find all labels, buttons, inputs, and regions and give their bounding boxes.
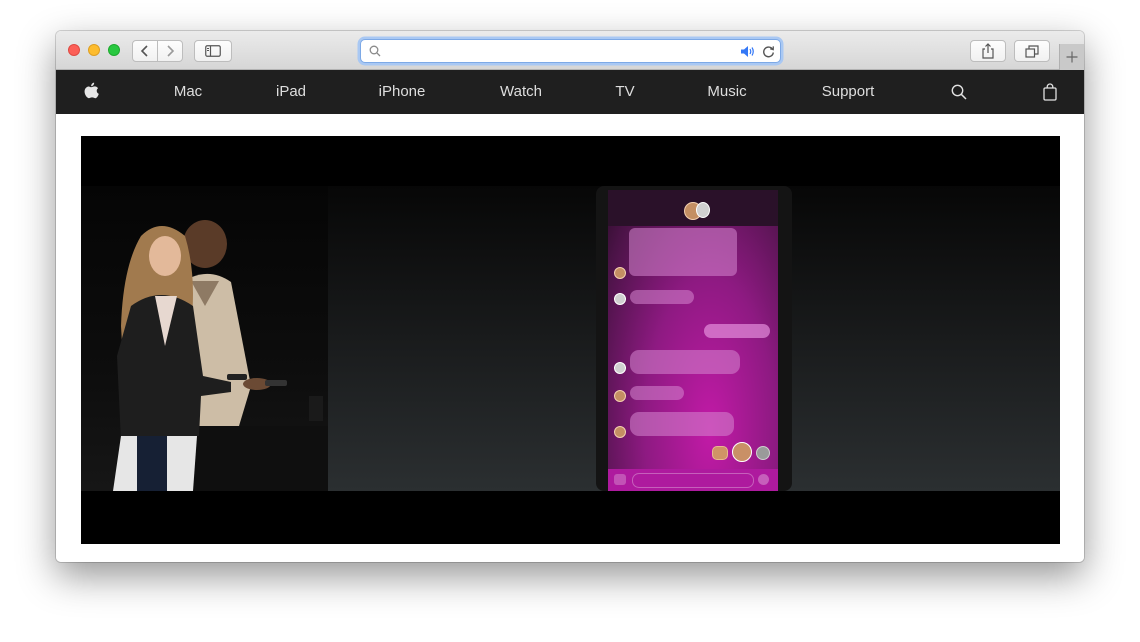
- presenters-panel: [81, 186, 328, 491]
- sender-avatar: [614, 390, 626, 402]
- sender-avatar: [614, 426, 626, 438]
- presenters-image: [113, 220, 328, 491]
- tabs-overview-button[interactable]: [1014, 40, 1050, 62]
- message-field: [632, 473, 754, 488]
- nav-item-watch[interactable]: Watch: [500, 70, 542, 114]
- share-icon: [982, 43, 994, 59]
- nav-item-ipad[interactable]: iPad: [276, 70, 306, 114]
- nav-item-support[interactable]: Support: [822, 70, 875, 114]
- plus-icon: [1066, 51, 1078, 63]
- apple-logo-link[interactable]: [83, 70, 100, 114]
- reload-icon[interactable]: [762, 45, 775, 58]
- site-navbar: Mac iPad iPhone Watch TV Music Support: [56, 70, 1084, 114]
- sender-avatar: [614, 267, 626, 279]
- page-content: [56, 114, 1084, 562]
- send-icon: [758, 474, 769, 485]
- message-bubble: [629, 228, 737, 276]
- nav-item-music[interactable]: Music: [707, 70, 746, 114]
- browser-toolbar: [56, 31, 1084, 70]
- back-button[interactable]: [132, 40, 158, 62]
- speaker-emoji-icon: [756, 446, 770, 460]
- iphone-screen: [608, 190, 778, 491]
- video-stage: [81, 186, 1060, 491]
- zoom-button[interactable]: [108, 44, 120, 56]
- new-tab-button[interactable]: [1059, 44, 1084, 70]
- search-icon: [369, 45, 381, 57]
- sidebar-icon: [205, 45, 221, 57]
- browser-window: Mac iPad iPhone Watch TV Music Support: [56, 31, 1084, 562]
- address-bar[interactable]: [360, 39, 781, 63]
- sender-avatar: [614, 293, 626, 305]
- apple-logo-icon: [84, 82, 99, 99]
- nav-bag-button[interactable]: [1043, 70, 1057, 114]
- messages-header: [608, 190, 778, 226]
- nav-item-mac[interactable]: Mac: [174, 70, 202, 114]
- camera-icon: [614, 474, 626, 485]
- nav-search-button[interactable]: [951, 70, 967, 114]
- message-bubble: [630, 350, 740, 374]
- message-bubble: [630, 412, 734, 436]
- sidebar-button[interactable]: [194, 40, 232, 62]
- search-icon: [951, 84, 967, 100]
- fist-emoji-icon: [712, 446, 728, 460]
- message-bubble: [630, 290, 694, 304]
- close-button[interactable]: [68, 44, 80, 56]
- contact-avatar-2: [696, 202, 710, 218]
- message-input-bar: [608, 469, 778, 491]
- nav-item-iphone[interactable]: iPhone: [379, 70, 426, 114]
- shopping-bag-icon: [1043, 83, 1057, 101]
- minimize-button[interactable]: [88, 44, 100, 56]
- nav-item-tv[interactable]: TV: [615, 70, 634, 114]
- forward-button[interactable]: [157, 40, 183, 62]
- chevron-right-icon: [167, 45, 175, 57]
- address-input[interactable]: [383, 42, 737, 62]
- sender-avatar: [614, 362, 626, 374]
- message-bubble: [630, 386, 684, 400]
- chevron-left-icon: [140, 45, 148, 57]
- iphone-mockup: [596, 186, 792, 491]
- share-button[interactable]: [970, 40, 1006, 62]
- face-emoji-icon: [732, 442, 752, 462]
- keynote-video[interactable]: [81, 136, 1060, 544]
- tabs-overview-icon: [1025, 44, 1039, 58]
- speaker-icon[interactable]: [740, 45, 756, 58]
- message-bubble-sent: [704, 324, 770, 338]
